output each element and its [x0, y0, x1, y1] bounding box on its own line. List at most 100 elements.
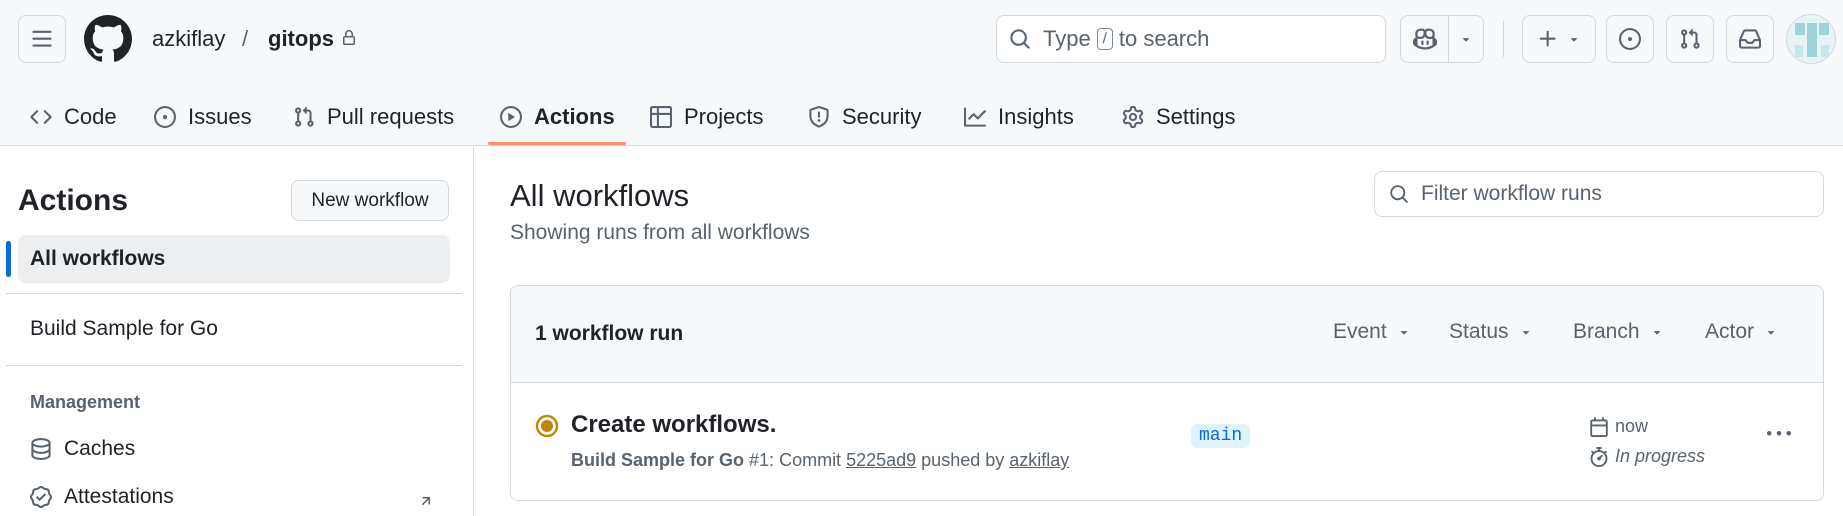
filter-status-button[interactable]: Status — [1449, 320, 1533, 344]
tab-security[interactable]: Security — [808, 92, 921, 142]
run-meta: Build Sample for Go #1: Commit 5225ad9 p… — [571, 450, 1069, 471]
breadcrumb-repo[interactable]: gitops — [268, 24, 334, 54]
sidebar-item-attestations[interactable]: Attestations — [30, 485, 174, 509]
run-meta-text: : Commit — [769, 450, 842, 470]
open-menu-button[interactable] — [18, 15, 66, 63]
verified-icon — [30, 486, 52, 508]
triangle-down-icon — [1570, 38, 1578, 42]
copilot-menu-button[interactable] — [1449, 16, 1483, 62]
active-item-marker — [6, 241, 11, 277]
gear-icon — [1122, 106, 1144, 128]
global-search-input[interactable]: Type / to search — [996, 15, 1386, 63]
sidebar-heading-management: Management — [30, 392, 141, 412]
plus-icon — [1539, 30, 1556, 47]
database-icon — [31, 438, 51, 460]
git-pull-request-icon — [295, 106, 314, 127]
global-header: azkiflay / gitops Type / to search Code … — [0, 0, 1843, 146]
tab-actions[interactable]: Actions — [500, 92, 615, 142]
filter-label: Status — [1449, 320, 1509, 343]
tab-issues[interactable]: Issues — [154, 92, 252, 142]
graph-icon — [964, 107, 986, 127]
calendar-icon — [1590, 416, 1608, 437]
filter-label: Actor — [1705, 320, 1755, 343]
triangle-down-icon — [1767, 331, 1775, 335]
copilot-icon — [1412, 28, 1437, 50]
triangle-down-icon — [1522, 331, 1529, 335]
filter-workflow-runs-input[interactable]: Filter workflow runs — [1374, 171, 1824, 217]
search-icon — [1390, 185, 1408, 203]
git-pull-request-icon — [1681, 28, 1700, 49]
run-number: #1 — [749, 450, 770, 470]
kebab-horizontal-icon — [1767, 431, 1791, 436]
filter-branch-button[interactable]: Branch — [1573, 320, 1664, 344]
page-subtitle: Showing runs from all workflows — [510, 221, 810, 244]
tab-code[interactable]: Code — [30, 92, 117, 142]
triangle-down-icon — [1653, 331, 1660, 335]
filter-label: Event — [1333, 320, 1387, 343]
filter-actor-button[interactable]: Actor — [1705, 320, 1778, 344]
copilot-button[interactable] — [1401, 16, 1449, 62]
in-progress-status-icon — [535, 414, 559, 438]
page-title: All workflows — [510, 178, 690, 213]
triangle-down-icon — [1400, 331, 1407, 335]
issue-opened-icon — [1619, 28, 1641, 50]
issue-opened-icon — [154, 106, 176, 128]
tab-label: Settings — [1156, 104, 1236, 129]
filter-event-button[interactable]: Event — [1333, 320, 1411, 344]
workflow-run-row[interactable]: Create workflows. Build Sample for Go #1… — [511, 384, 1823, 500]
user-avatar[interactable] — [1786, 14, 1836, 64]
search-shortcut-key: / — [1096, 28, 1113, 50]
search-prefix: Type — [1043, 26, 1091, 51]
tab-insights[interactable]: Insights — [964, 92, 1074, 142]
create-new-button[interactable] — [1522, 15, 1596, 63]
sidebar-item-build-sample-for-go[interactable]: Build Sample for Go — [30, 317, 218, 341]
sidebar-item-caches[interactable]: Caches — [30, 437, 135, 461]
tab-label: Insights — [998, 104, 1074, 129]
github-logo-icon[interactable] — [84, 15, 132, 63]
tab-settings[interactable]: Settings — [1122, 92, 1236, 142]
run-title-link[interactable]: Create workflows. — [571, 411, 776, 439]
your-pull-requests-button[interactable] — [1666, 15, 1714, 63]
table-icon — [650, 106, 672, 128]
new-workflow-button[interactable]: New workflow — [291, 180, 449, 221]
run-options-button[interactable] — [1759, 416, 1799, 452]
stopwatch-icon — [1590, 446, 1608, 467]
tab-label: Security — [842, 104, 922, 129]
inbox-icon — [1739, 29, 1761, 49]
run-time: now — [1589, 416, 1648, 437]
sidebar-item-all-workflows[interactable]: All workflows — [18, 235, 450, 283]
tab-pull-requests[interactable]: Pull requests — [293, 92, 454, 142]
actor-link[interactable]: azkiflay — [1009, 450, 1069, 470]
sidebar-title: Actions — [18, 184, 129, 217]
run-status-text: In progress — [1615, 446, 1706, 466]
actions-sidebar: Actions New workflow All workflows Build… — [0, 147, 474, 516]
sidebar-divider — [6, 365, 462, 366]
pushed-by-text: pushed by — [921, 450, 1005, 470]
external-link-arrow-icon — [418, 493, 434, 509]
hamburger-icon — [32, 30, 52, 47]
workflow-runs-list: 1 workflow run Event Status Branch Actor… — [510, 285, 1824, 501]
branch-label[interactable]: main — [1191, 424, 1251, 448]
lock-icon — [341, 29, 357, 47]
filter-placeholder: Filter workflow runs — [1421, 182, 1602, 205]
breadcrumb-separator: / — [242, 26, 249, 51]
run-time-text: now — [1615, 416, 1649, 436]
search-icon — [1010, 29, 1030, 49]
header-divider — [1503, 21, 1504, 57]
runs-count: 1 workflow run — [535, 322, 684, 345]
tab-label: Issues — [188, 104, 252, 129]
breadcrumb-owner[interactable]: azkiflay — [152, 24, 225, 54]
sidebar-item-label: Caches — [64, 437, 136, 460]
code-icon — [30, 110, 52, 124]
sidebar-item-label: Attestations — [64, 485, 174, 508]
tab-label: Projects — [684, 104, 764, 129]
tab-projects[interactable]: Projects — [650, 92, 763, 142]
tab-label: Pull requests — [327, 104, 455, 129]
commit-sha-link[interactable]: 5225ad9 — [846, 450, 916, 470]
notifications-button[interactable] — [1726, 15, 1774, 63]
tab-label: Actions — [534, 104, 615, 129]
run-workflow-name: Build Sample for Go — [571, 450, 745, 470]
your-issues-button[interactable] — [1606, 15, 1654, 63]
runs-list-header: 1 workflow run Event Status Branch Actor — [511, 286, 1823, 383]
shield-icon — [809, 106, 829, 128]
